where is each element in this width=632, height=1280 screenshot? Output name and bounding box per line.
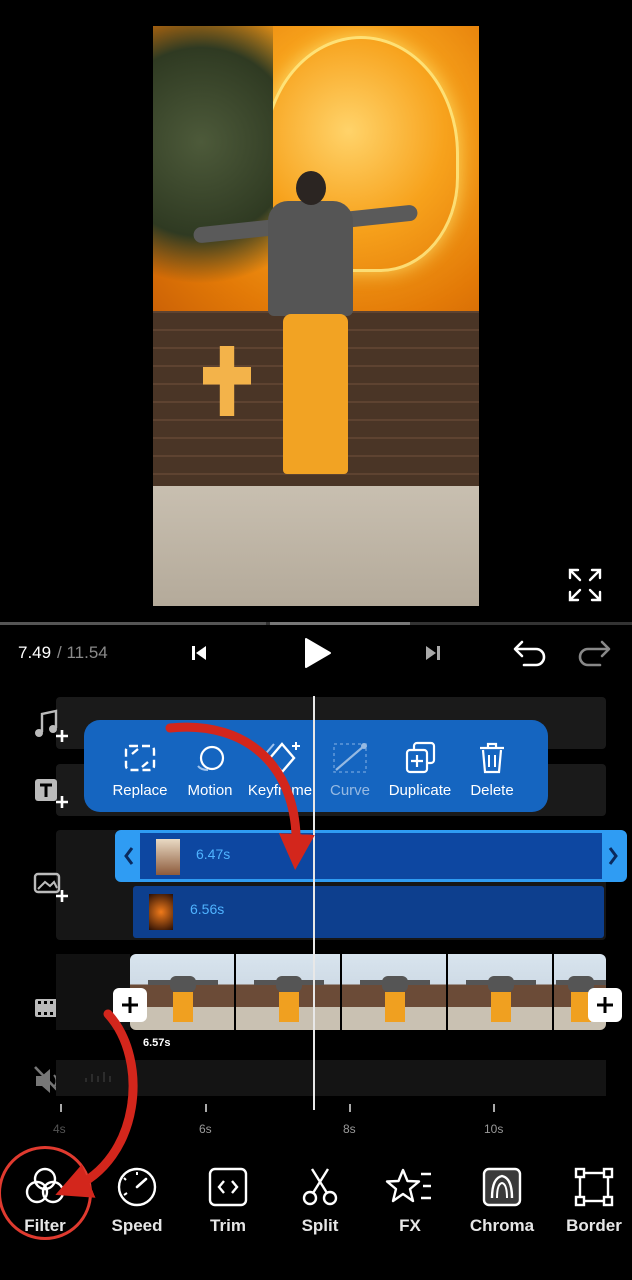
annotation-arrow: [55, 722, 315, 1198]
